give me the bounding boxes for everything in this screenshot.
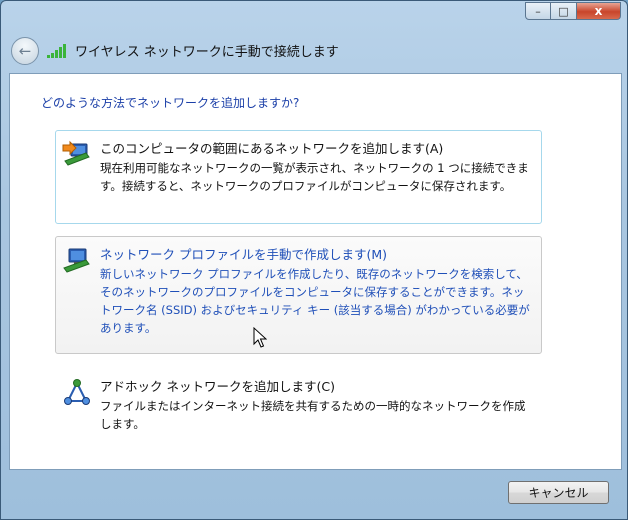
caption-buttons: – □ x xyxy=(525,2,621,20)
title-bar: – □ x xyxy=(1,1,627,31)
adhoc-network-icon xyxy=(64,379,90,405)
maximize-button[interactable]: □ xyxy=(551,2,577,20)
option-create-profile-manually[interactable]: ネットワーク プロファイルを手動で作成します(M) 新しいネットワーク プロファ… xyxy=(55,236,542,354)
close-button[interactable]: x xyxy=(577,2,621,20)
back-arrow-icon: ← xyxy=(18,42,32,60)
cancel-button[interactable]: キャンセル xyxy=(508,481,609,504)
back-button[interactable]: ← xyxy=(11,37,39,65)
network-arrow-icon xyxy=(62,140,90,166)
option-description: 現在利用可能なネットワークの一覧が表示され、ネットワークの 1 つに接続できます… xyxy=(100,161,529,193)
option-title: アドホック ネットワークを追加します(C) xyxy=(100,379,335,394)
wizard-window: – □ x ← ワイヤレス ネットワークに手動で接続します どのような方法でネッ… xyxy=(0,0,628,520)
wizard-content: どのような方法でネットワークを追加しますか? このコンピュータの範囲にあるネット… xyxy=(9,73,622,470)
option-add-network-in-range[interactable]: このコンピュータの範囲にあるネットワークを追加します(A) 現在利用可能なネット… xyxy=(55,130,542,224)
option-add-adhoc-network[interactable]: アドホック ネットワークを追加します(C) ファイルまたはインターネット接続を共… xyxy=(55,368,542,438)
mouse-cursor-icon xyxy=(253,327,267,348)
wizard-header: ← ワイヤレス ネットワークに手動で接続します xyxy=(9,31,621,73)
option-description: 新しいネットワーク プロファイルを作成したり、既存のネットワークを検索して、その… xyxy=(100,267,530,335)
page-title: ワイヤレス ネットワークに手動で接続します xyxy=(75,45,339,60)
wireless-signal-icon xyxy=(47,44,67,58)
option-title: このコンピュータの範囲にあるネットワークを追加します(A) xyxy=(100,141,444,156)
option-description: ファイルまたはインターネット接続を共有するための一時的なネットワークを作成します… xyxy=(100,399,526,431)
question-text: どのような方法でネットワークを追加しますか? xyxy=(41,96,300,110)
option-title: ネットワーク プロファイルを手動で作成します(M) xyxy=(100,247,388,262)
minimize-button[interactable]: – xyxy=(525,2,551,20)
network-profile-icon xyxy=(63,248,90,273)
wizard-footer: キャンセル xyxy=(9,469,621,515)
